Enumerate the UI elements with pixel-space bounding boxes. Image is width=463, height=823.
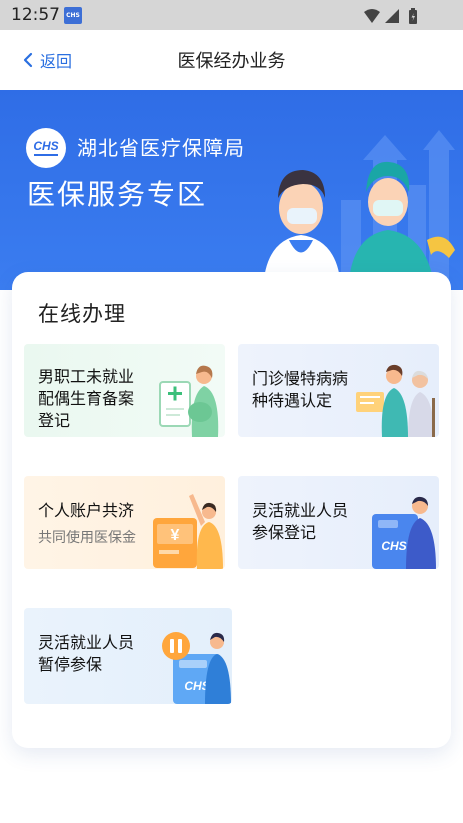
tile-label: 男职工未就业 配偶生育备案 登记: [38, 366, 134, 432]
tile-line: 参保登记: [252, 523, 317, 542]
chs-logo: CHS: [26, 128, 66, 168]
pause-enrollment-icon: CHS: [162, 632, 231, 704]
online-services-card: 在线办理 男职工未就业 配偶生育备案 登记 门诊慢特病病 种待遇认定 个人账户共…: [12, 272, 451, 748]
app-header: 返回 医保经办业务: [0, 30, 463, 90]
tile-label: 门诊慢特病病 种待遇认定: [252, 368, 348, 412]
svg-text:¥: ¥: [171, 527, 180, 544]
status-indicators: [363, 7, 433, 25]
tile-line: 男职工未就业: [38, 367, 135, 386]
tile-maternity-registration[interactable]: 男职工未就业 配偶生育备案 登记: [24, 344, 225, 437]
wifi-icon: [364, 9, 380, 23]
tile-line: 配偶生育备案: [38, 389, 135, 408]
zone-title: 医保服务专区: [27, 178, 208, 211]
tile-line: 暂停参保: [38, 655, 103, 674]
tile-line: 门诊慢特病病: [252, 369, 349, 388]
tile-flexible-employment-enrollment[interactable]: 灵活就业人员 参保登记 CHS: [238, 476, 439, 569]
tile-chronic-disease-certification[interactable]: 门诊慢特病病 种待遇认定: [238, 344, 439, 437]
tile-label: 灵活就业人员 参保登记: [252, 500, 348, 544]
app-notification-icon: CHS: [64, 7, 82, 24]
status-bar: 12:57 CHS: [0, 0, 463, 30]
pregnant-woman-icon: [159, 365, 219, 437]
tile-line: 灵活就业人员: [252, 501, 349, 520]
nurse-elderly-icon: [356, 364, 435, 437]
bureau-name: 湖北省医疗保障局: [77, 136, 245, 160]
tile-line: 种待遇认定: [252, 391, 333, 410]
svg-text:CHS: CHS: [381, 539, 406, 553]
tile-personal-account-sharing[interactable]: 个人账户共济 共同使用医保金 ¥: [24, 476, 225, 569]
section-title: 在线办理: [38, 302, 126, 326]
medical-fund-share-icon: ¥: [153, 494, 223, 569]
tile-line: 登记: [38, 411, 71, 430]
doctors-illustration: [263, 130, 455, 290]
tile-line: 个人账户共济: [38, 501, 135, 520]
tile-flexible-employment-suspension[interactable]: 灵活就业人员 暂停参保 CHS: [24, 608, 232, 704]
page-title: 医保经办业务: [177, 51, 286, 72]
battery-icon: [409, 8, 417, 24]
enrollment-card-icon: CHS: [372, 496, 436, 569]
tile-label: 个人账户共济: [38, 500, 134, 522]
svg-text:CHS: CHS: [33, 139, 58, 153]
status-time: 12:57: [11, 5, 60, 25]
hero-banner: CHS 湖北省医疗保障局 医保服务专区: [0, 90, 463, 290]
tile-subtitle: 共同使用医保金: [38, 530, 136, 546]
signal-icon: [385, 9, 399, 23]
tile-line: 灵活就业人员: [38, 633, 135, 652]
tile-label: 灵活就业人员 暂停参保: [38, 632, 134, 676]
